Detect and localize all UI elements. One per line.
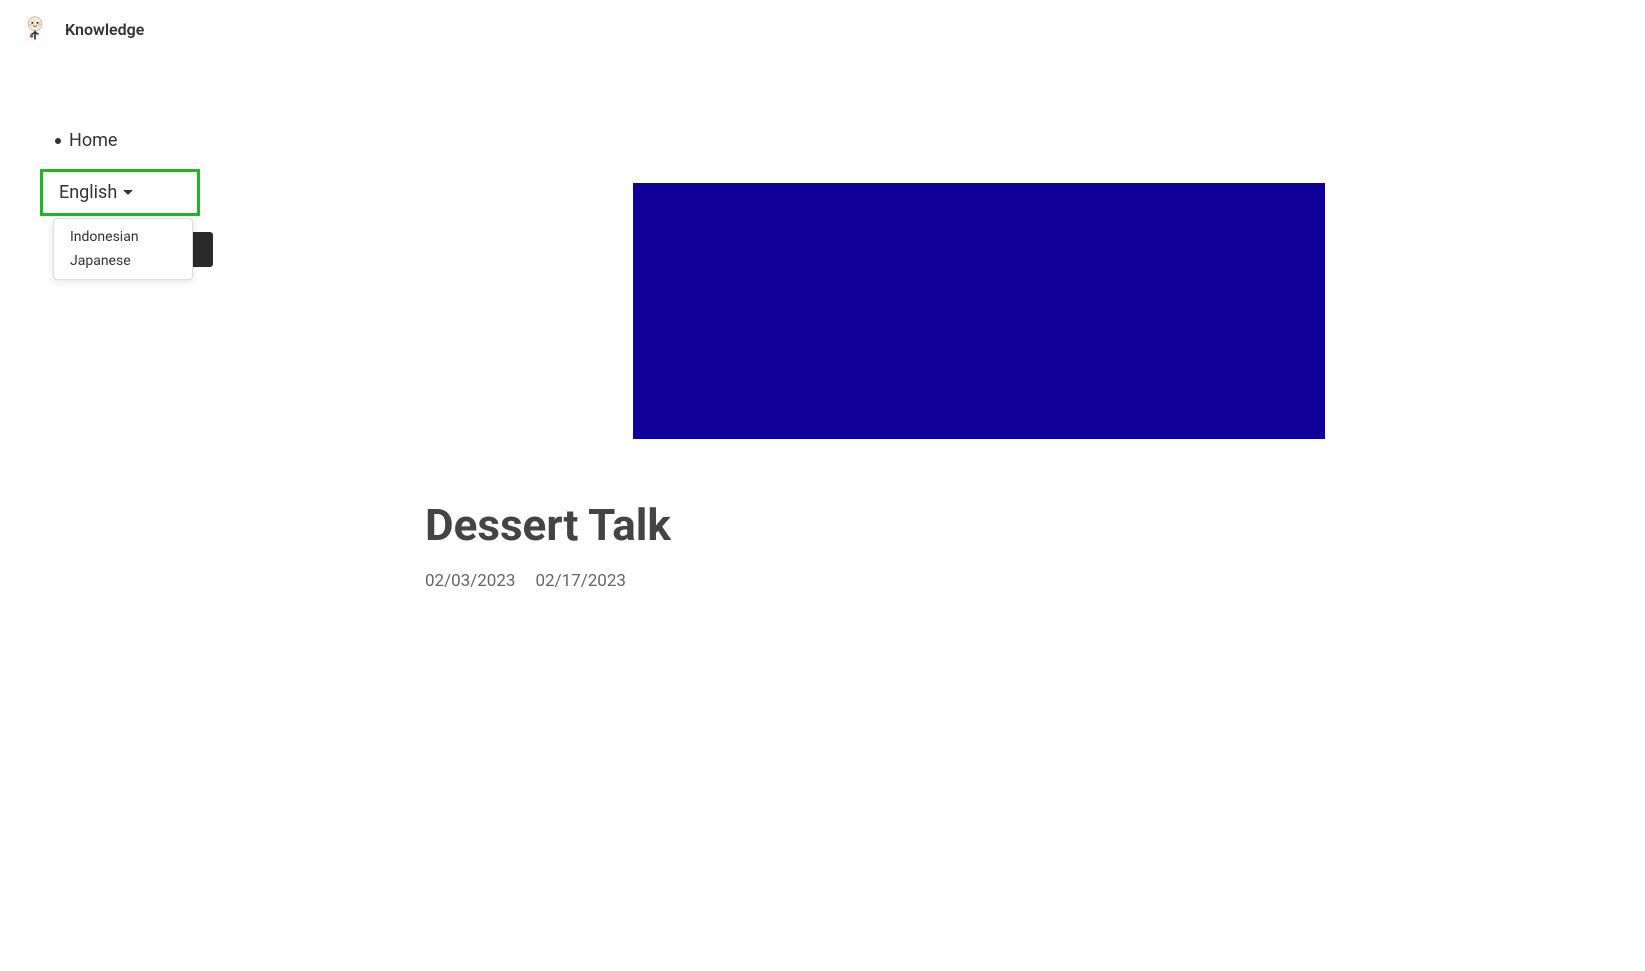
- language-option-japanese[interactable]: Japanese: [54, 249, 192, 273]
- nav-list: Home: [40, 130, 220, 151]
- current-language-label: English: [59, 182, 117, 203]
- logo-icon: [21, 15, 49, 43]
- site-logo[interactable]: [20, 14, 50, 44]
- date-updated: 02/17/2023: [535, 571, 625, 591]
- nav-link-home[interactable]: Home: [69, 130, 117, 151]
- language-dropdown-button[interactable]: English: [49, 178, 143, 207]
- caret-down-icon: [123, 190, 133, 195]
- nav-item-home[interactable]: Home: [55, 130, 220, 151]
- header: Knowledge: [0, 0, 1645, 58]
- site-title[interactable]: Knowledge: [65, 20, 144, 39]
- article-title: Dessert Talk: [425, 499, 1325, 551]
- hero-image: [633, 183, 1325, 439]
- language-dropdown-menu: Indonesian Japanese: [53, 218, 193, 280]
- bullet-icon: [55, 138, 61, 144]
- sidebar: Home English Indonesian Japanese: [40, 130, 220, 216]
- main-content: Dessert Talk 02/03/2023 02/17/2023: [425, 58, 1325, 591]
- article-dates: 02/03/2023 02/17/2023: [425, 571, 1325, 591]
- language-selector: English Indonesian Japanese: [40, 169, 200, 216]
- date-published: 02/03/2023: [425, 571, 515, 591]
- language-option-indonesian[interactable]: Indonesian: [54, 225, 192, 249]
